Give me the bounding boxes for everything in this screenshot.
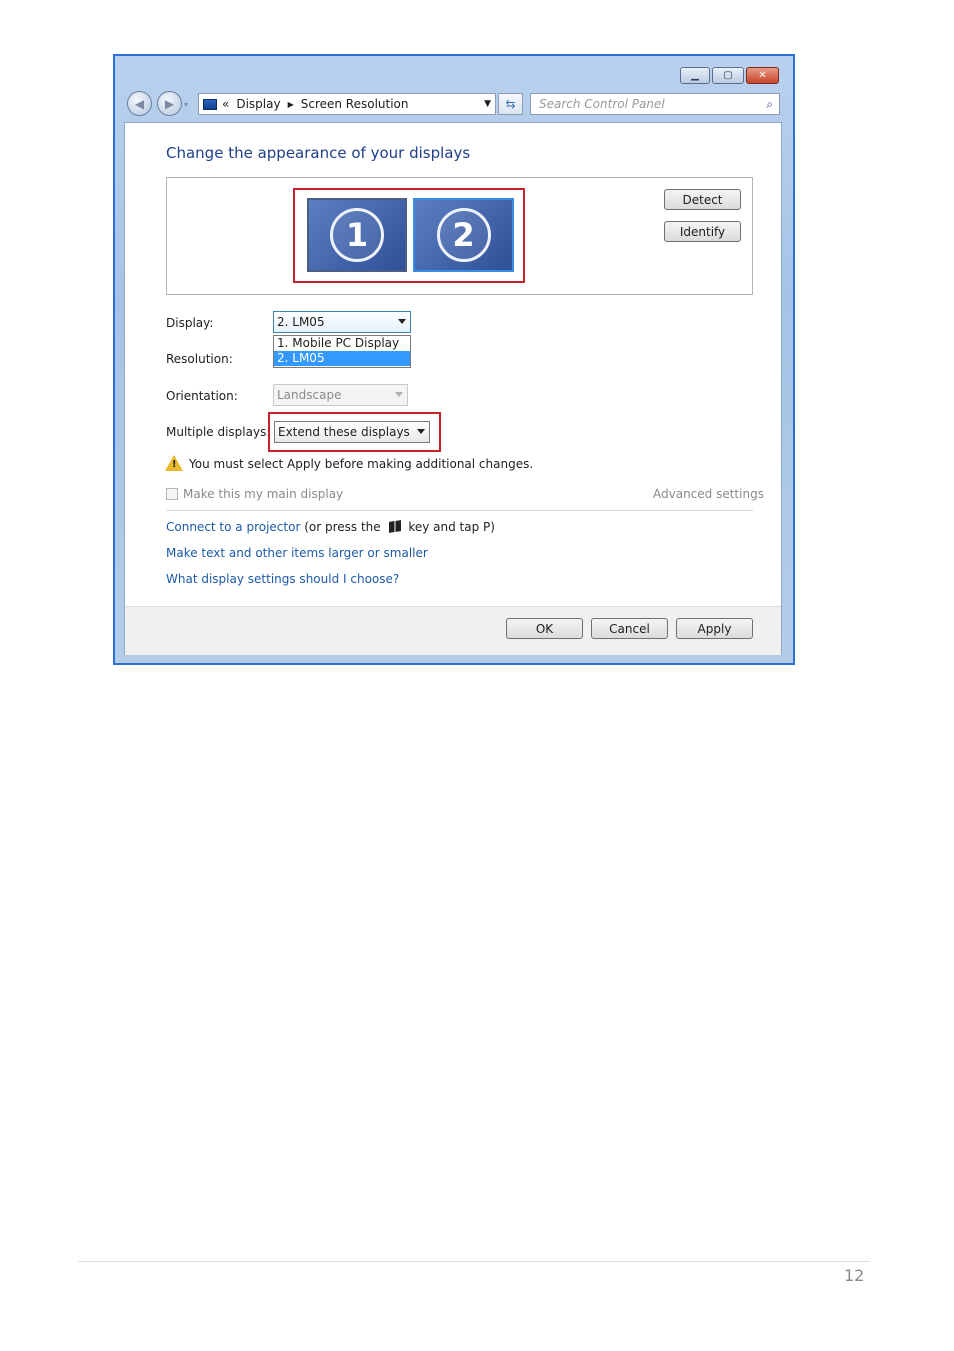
- monitor-1[interactable]: 1: [307, 198, 407, 272]
- display-option-1[interactable]: 1. Mobile PC Display: [274, 336, 410, 351]
- recent-pages-icon[interactable]: ▾: [184, 100, 188, 109]
- maximize-button[interactable]: ▢: [712, 67, 744, 84]
- projector-text-2: key and tap P): [408, 520, 495, 534]
- multiple-displays-select[interactable]: Extend these displays: [274, 421, 430, 443]
- projector-text-1: (or press the: [304, 520, 381, 534]
- ok-button[interactable]: OK: [506, 618, 583, 639]
- warning-mark: !: [172, 459, 177, 470]
- address-dropdown-icon[interactable]: ▼: [484, 99, 491, 109]
- display-select[interactable]: 2. LM05: [273, 311, 411, 333]
- multiple-displays-value: Extend these displays: [278, 425, 410, 439]
- breadcrumb-display[interactable]: Display: [236, 97, 280, 111]
- monitor-2-number: 2: [436, 208, 491, 262]
- chevron-down-icon: [417, 429, 425, 434]
- display-select-value: 2. LM05: [277, 315, 325, 329]
- text-size-link[interactable]: Make text and other items larger or smal…: [166, 546, 428, 560]
- display-control-icon: [203, 98, 217, 110]
- page-footer-rule: [78, 1261, 870, 1262]
- page-title: Change the appearance of your displays: [166, 144, 471, 162]
- forward-arrow-icon: ▶: [164, 96, 175, 111]
- cancel-button[interactable]: Cancel: [591, 618, 668, 639]
- display-dropdown-list: 1. Mobile PC Display 2. LM05: [273, 335, 411, 368]
- orientation-select[interactable]: Landscape: [273, 384, 408, 406]
- search-input[interactable]: Search Control Panel ⌕: [530, 93, 780, 115]
- orientation-select-value: Landscape: [277, 388, 342, 402]
- divider: [166, 510, 753, 511]
- warning-text: You must select Apply before making addi…: [189, 457, 534, 471]
- back-button[interactable]: ◀: [127, 91, 152, 116]
- page-number: 12: [844, 1266, 865, 1285]
- main-display-checkbox[interactable]: [166, 488, 178, 500]
- breadcrumb-overflow[interactable]: «: [222, 97, 229, 111]
- identify-button[interactable]: Identify: [664, 221, 741, 242]
- search-icon: ⌕: [766, 96, 773, 111]
- monitor-1-number: 1: [330, 208, 384, 262]
- close-icon: ✕: [758, 70, 767, 81]
- minimize-icon: ▁: [691, 70, 699, 81]
- breadcrumb-separator-icon: ▶: [287, 99, 294, 109]
- chevron-down-icon: [398, 319, 406, 324]
- display-label: Display:: [166, 316, 214, 330]
- back-arrow-icon: ◀: [134, 96, 145, 111]
- detect-button[interactable]: Detect: [664, 189, 741, 210]
- close-button[interactable]: ✕: [746, 67, 779, 84]
- resolution-label: Resolution:: [166, 352, 233, 366]
- refresh-button[interactable]: ⇆: [498, 93, 523, 115]
- maximize-icon: ▢: [723, 70, 733, 81]
- chevron-down-icon: [395, 392, 403, 397]
- orientation-label: Orientation:: [166, 389, 238, 403]
- windows-logo-icon: [388, 520, 401, 533]
- apply-button[interactable]: Apply: [676, 618, 753, 639]
- display-option-2[interactable]: 2. LM05: [274, 351, 410, 366]
- address-bar[interactable]: « Display ▶ Screen Resolution ▼: [198, 93, 496, 115]
- search-placeholder: Search Control Panel: [539, 97, 665, 111]
- forward-button[interactable]: ▶: [157, 91, 182, 116]
- advanced-settings-link[interactable]: Advanced settings: [653, 487, 764, 501]
- multiple-displays-label: Multiple displays:: [166, 425, 271, 439]
- refresh-icon: ⇆: [505, 97, 516, 111]
- breadcrumb-screen-resolution[interactable]: Screen Resolution: [301, 97, 409, 111]
- display-help-link[interactable]: What display settings should I choose?: [166, 572, 399, 586]
- monitor-2[interactable]: 2: [413, 198, 514, 272]
- minimize-button[interactable]: ▁: [680, 67, 710, 84]
- projector-line: Connect to a projector (or press the key…: [166, 520, 495, 534]
- main-display-label: Make this my main display: [183, 487, 344, 501]
- connect-projector-link[interactable]: Connect to a projector: [166, 520, 300, 534]
